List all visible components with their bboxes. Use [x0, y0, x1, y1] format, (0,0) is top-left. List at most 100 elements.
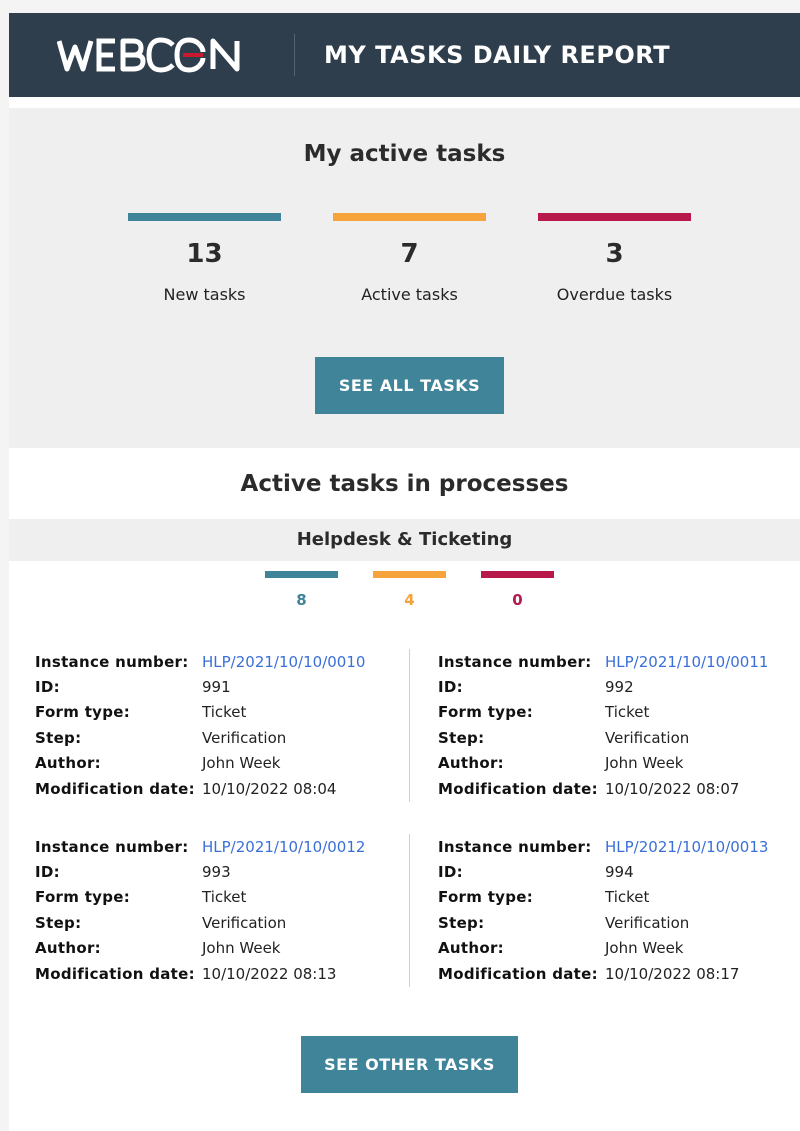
task-card: Instance number: HLP/2021/10/10/0010 ID: 9… — [35, 649, 395, 801]
field-value: Ticket — [605, 703, 650, 722]
field-value: John Week — [605, 754, 684, 773]
task-row-modified: Modification date: 10/10/2022 08:17 — [438, 961, 798, 986]
task-row-author: Author: John Week — [35, 936, 395, 961]
task-row-id: ID: 992 — [438, 674, 798, 699]
field-label: Author: — [438, 754, 504, 773]
report-header: MY TASKS DAILY REPORT — [9, 13, 800, 97]
field-label: Step: — [35, 913, 82, 932]
field-label: Step: — [35, 728, 82, 747]
process-bar-active — [373, 571, 446, 578]
active-tasks-summary: My active tasks 13 New tasks 7 Active ta… — [9, 108, 800, 448]
field-value: Verification — [605, 913, 690, 932]
stat-value-active: 7 — [400, 239, 419, 269]
field-value: 10/10/2022 08:17 — [605, 964, 740, 983]
field-value: 10/10/2022 08:07 — [605, 779, 740, 798]
task-row-modified: Modification date: 10/10/2022 08:04 — [35, 776, 395, 801]
process-value-overdue: 0 — [512, 591, 523, 609]
task-row-author: Author: John Week — [438, 751, 798, 776]
field-label: ID: — [35, 863, 60, 882]
instance-link[interactable]: HLP/2021/10/10/0011 — [605, 653, 768, 671]
task-row-modified: Modification date: 10/10/2022 08:07 — [438, 776, 798, 801]
process-count-overdue: 0 — [481, 571, 554, 609]
field-value: Ticket — [605, 888, 650, 907]
field-value: Verification — [202, 728, 287, 747]
field-label: ID: — [438, 678, 463, 697]
task-row-form-type: Form type: Ticket — [438, 700, 798, 725]
field-label: Modification date: — [35, 964, 195, 983]
field-value: John Week — [202, 939, 281, 958]
task-row-author: Author: John Week — [35, 751, 395, 776]
process-name: Helpdesk & Ticketing — [9, 519, 800, 561]
see-other-tasks-button[interactable]: SEE OTHER TASKS — [301, 1036, 518, 1093]
task-row-instance: Instance number: HLP/2021/10/10/0011 — [438, 649, 798, 674]
stat-bar-new — [128, 213, 281, 221]
field-label: Form type: — [35, 703, 131, 722]
process-count-new: 8 — [265, 571, 338, 609]
webcon-logo — [56, 35, 257, 75]
process-value-active: 4 — [404, 591, 415, 609]
task-row-form-type: Form type: Ticket — [438, 885, 798, 910]
task-row-step: Step: Verification — [35, 725, 395, 750]
stat-label-overdue: Overdue tasks — [556, 285, 673, 304]
field-label: Instance number: — [35, 652, 189, 671]
task-row-author: Author: John Week — [438, 936, 798, 961]
field-value: 10/10/2022 08:13 — [202, 964, 337, 983]
stat-label-new: New tasks — [163, 285, 246, 304]
field-value: 992 — [605, 678, 634, 697]
task-card: Instance number: HLP/2021/10/10/0012 ID: 9… — [35, 834, 395, 986]
instance-link[interactable]: HLP/2021/10/10/0012 — [202, 838, 365, 856]
stat-active-tasks: 7 Active tasks — [333, 213, 486, 304]
task-row-modified: Modification date: 10/10/2022 08:13 — [35, 961, 395, 986]
instance-link[interactable]: HLP/2021/10/10/0010 — [202, 653, 365, 671]
webcon-logo-graphic — [56, 37, 240, 73]
task-row-instance: Instance number: HLP/2021/10/10/0010 — [35, 649, 395, 674]
field-value: John Week — [202, 754, 281, 773]
task-row-step: Step: Verification — [438, 725, 798, 750]
task-card: Instance number: HLP/2021/10/10/0011 ID: 9… — [438, 649, 798, 801]
field-label: Instance number: — [438, 837, 592, 856]
field-label: Modification date: — [438, 964, 598, 983]
field-label: Instance number: — [35, 837, 189, 856]
card-divider — [409, 649, 410, 802]
task-row-form-type: Form type: Ticket — [35, 885, 395, 910]
field-label: Instance number: — [438, 652, 592, 671]
field-label: ID: — [35, 678, 60, 697]
card-divider — [409, 834, 410, 987]
report-title: MY TASKS DAILY REPORT — [324, 41, 671, 69]
field-label: Author: — [35, 754, 101, 773]
field-label: Form type: — [438, 888, 534, 907]
field-label: Modification date: — [438, 779, 598, 798]
field-value: Verification — [202, 913, 287, 932]
task-card: Instance number: HLP/2021/10/10/0013 ID: 9… — [438, 834, 798, 986]
instance-link[interactable]: HLP/2021/10/10/0013 — [605, 838, 768, 856]
field-label: Step: — [438, 728, 485, 747]
field-label: ID: — [438, 863, 463, 882]
task-row-step: Step: Verification — [35, 910, 395, 935]
field-label: Form type: — [438, 703, 534, 722]
processes-title: Active tasks in processes — [240, 471, 569, 497]
field-value: Ticket — [202, 888, 247, 907]
field-label: Author: — [438, 939, 504, 958]
stat-value-overdue: 3 — [605, 239, 624, 269]
task-row-instance: Instance number: HLP/2021/10/10/0013 — [438, 834, 798, 859]
email-report: MY TASKS DAILY REPORT My active tasks 13… — [9, 13, 800, 1131]
field-value: John Week — [605, 939, 684, 958]
process-value-new: 8 — [296, 591, 307, 609]
stat-value-new: 13 — [186, 239, 223, 269]
task-row-id: ID: 994 — [438, 859, 798, 884]
process-count-active: 4 — [373, 571, 446, 609]
stat-new-tasks: 13 New tasks — [128, 213, 281, 304]
field-label: Step: — [438, 913, 485, 932]
field-value: 10/10/2022 08:04 — [202, 779, 337, 798]
field-value: 994 — [605, 863, 634, 882]
summary-title: My active tasks — [303, 141, 506, 167]
task-row-id: ID: 993 — [35, 859, 395, 884]
see-all-tasks-button[interactable]: SEE ALL TASKS — [315, 357, 504, 414]
task-row-form-type: Form type: Ticket — [35, 700, 395, 725]
process-bar-overdue — [481, 571, 554, 578]
field-value: Ticket — [202, 703, 247, 722]
stat-bar-overdue — [538, 213, 691, 221]
stat-overdue-tasks: 3 Overdue tasks — [538, 213, 691, 304]
field-value: 991 — [202, 678, 231, 697]
field-label: Modification date: — [35, 779, 195, 798]
